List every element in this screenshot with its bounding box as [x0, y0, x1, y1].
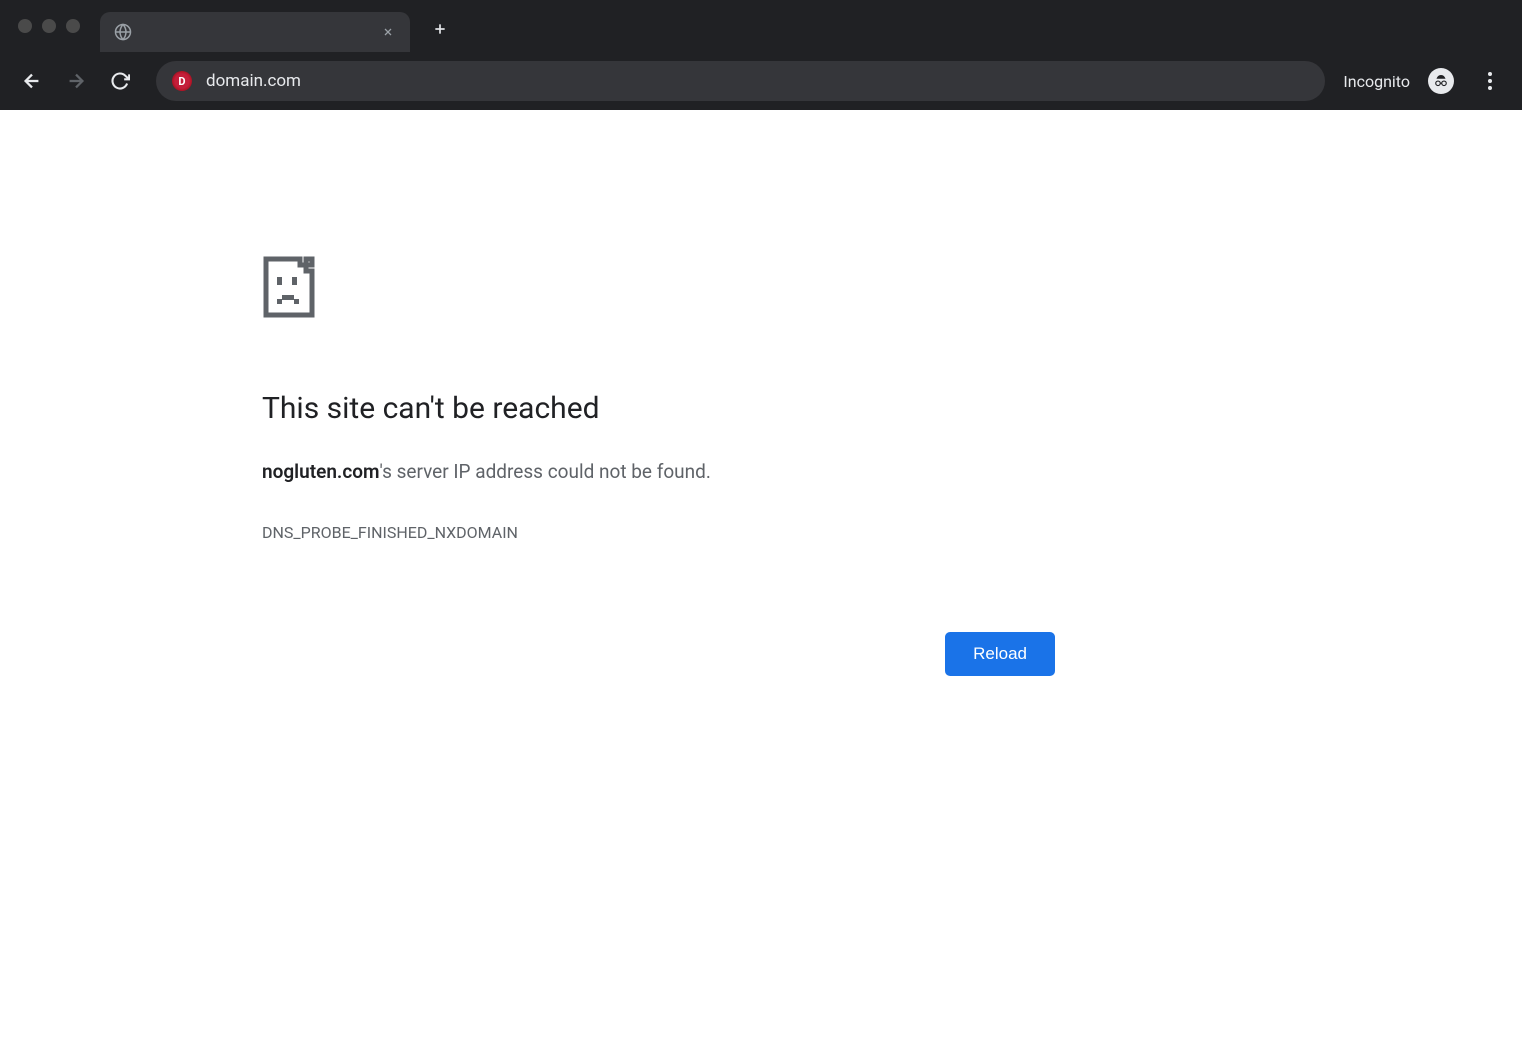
incognito-label: Incognito [1343, 72, 1410, 91]
browser-toolbar: D domain.com Incognito [0, 52, 1522, 110]
new-tab-button[interactable] [426, 15, 454, 43]
browser-menu-button[interactable] [1472, 63, 1508, 99]
error-message: nogluten.com's server IP address could n… [262, 460, 1260, 483]
error-code: DNS_PROBE_FINISHED_NXDOMAIN [262, 523, 1260, 542]
site-favicon-icon: D [172, 71, 192, 91]
reload-button[interactable]: Reload [945, 632, 1055, 676]
browser-chrome: D domain.com Incognito [0, 0, 1522, 110]
tab-strip [0, 0, 1522, 52]
incognito-icon [1428, 68, 1454, 94]
window-minimize-button[interactable] [42, 19, 56, 33]
reload-row: Reload [262, 632, 1260, 676]
browser-tab[interactable] [100, 12, 410, 52]
error-message-suffix: 's server IP address could not be found. [380, 460, 711, 483]
error-domain: nogluten.com [262, 460, 380, 483]
address-bar[interactable]: D domain.com [156, 61, 1325, 101]
globe-icon [114, 23, 132, 41]
window-close-button[interactable] [18, 19, 32, 33]
back-button[interactable] [14, 63, 50, 99]
url-text: domain.com [206, 71, 301, 91]
window-controls [10, 19, 80, 33]
close-tab-button[interactable] [380, 24, 396, 40]
sad-page-icon [262, 255, 1260, 323]
forward-button[interactable] [58, 63, 94, 99]
window-maximize-button[interactable] [66, 19, 80, 33]
error-page-content: This site can't be reached nogluten.com'… [0, 110, 1522, 676]
error-title: This site can't be reached [262, 391, 1260, 426]
reload-nav-button[interactable] [102, 63, 138, 99]
